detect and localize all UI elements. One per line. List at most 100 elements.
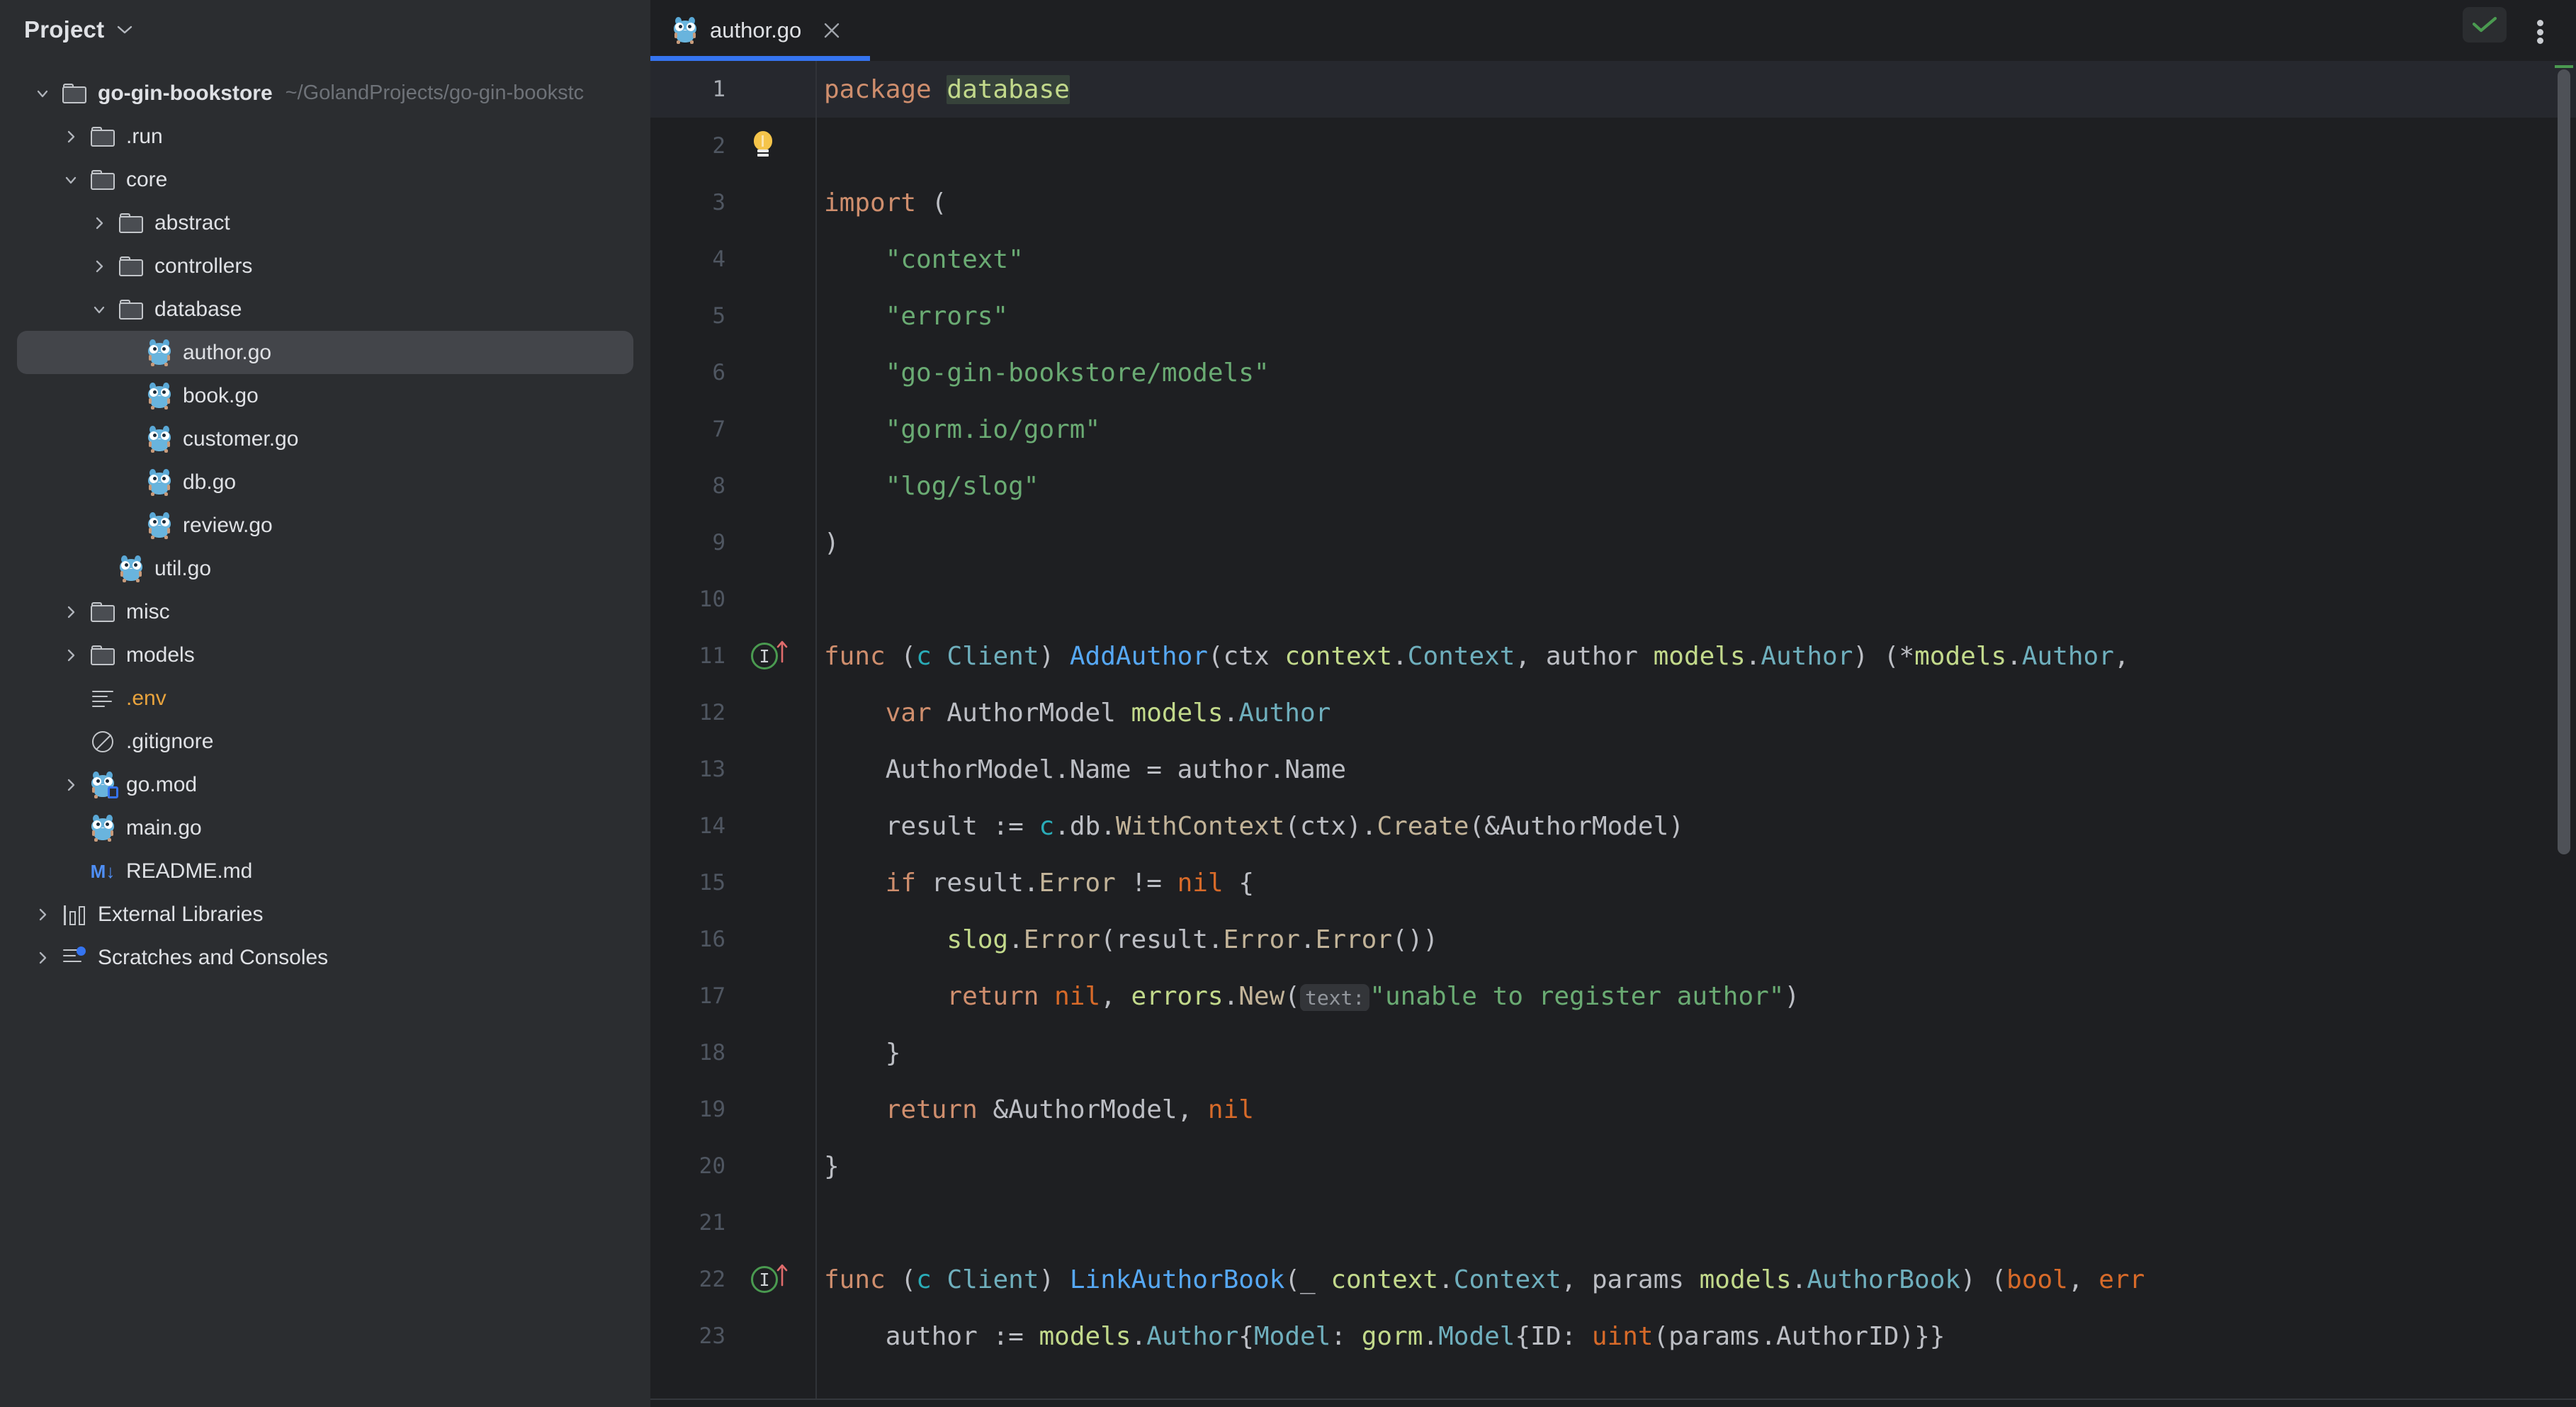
chevron-down-icon[interactable] (117, 25, 132, 35)
code-line[interactable]: 10 (650, 571, 2576, 628)
tree-item-run[interactable]: .run (17, 115, 633, 158)
tree-item-db-go[interactable]: db.go (17, 460, 633, 504)
sidebar-header[interactable]: Project (0, 0, 650, 60)
vertical-scrollbar[interactable] (2555, 69, 2573, 854)
chevron-right-icon[interactable] (55, 604, 86, 621)
go-file-icon (147, 426, 171, 453)
code-line[interactable]: 17 return nil, errors.New(text:"unable t… (650, 968, 2576, 1024)
code-line[interactable]: 8 "log/slog" (650, 458, 2576, 514)
implements-interface-icon[interactable]: I (751, 1263, 793, 1296)
go-file-icon (147, 339, 171, 366)
tree-item-label: Scratches and Consoles (91, 946, 328, 970)
code-text: } (815, 1039, 2576, 1068)
tree-item-review-go[interactable]: review.go (17, 504, 633, 547)
code-text: func (c Client) AddAuthor(ctx context.Co… (815, 642, 2576, 671)
code-line[interactable]: 6 "go-gin-bookstore/models" (650, 344, 2576, 401)
scrollbar-thumb[interactable] (2558, 69, 2570, 854)
code-line[interactable]: 5 "errors" (650, 288, 2576, 344)
code-text: package database (815, 75, 2576, 104)
kebab-menu-icon[interactable] (2529, 20, 2550, 44)
code-line[interactable]: 2 (650, 118, 2576, 174)
code-line[interactable]: 21 (650, 1194, 2576, 1251)
code-line[interactable]: 12 var AuthorModel models.Author (650, 684, 2576, 741)
chevron-right-icon[interactable] (84, 258, 115, 275)
scrollbar-top-marker (2555, 65, 2573, 68)
folder-icon (119, 300, 143, 320)
code-line[interactable]: 11 Ifunc (c Client) AddAuthor(ctx context… (650, 628, 2576, 684)
tree-item-abstract[interactable]: abstract (17, 201, 633, 244)
tree-item-go-mod[interactable]: go.mod (17, 763, 633, 806)
tab-label: author.go (697, 18, 801, 43)
go-file-icon (147, 383, 171, 409)
chevron-right-icon[interactable] (27, 949, 58, 966)
code-line[interactable]: 13 AuthorModel.Name = author.Name (650, 741, 2576, 798)
tree-item-scratches-and-consoles[interactable]: Scratches and Consoles (17, 936, 633, 979)
implements-interface-icon[interactable]: I (751, 640, 793, 672)
node-icon-wrap (58, 904, 91, 925)
line-number: 4 (650, 247, 741, 272)
tree-item-label: controllers (147, 254, 252, 278)
tree-item-book-go[interactable]: book.go (17, 374, 633, 417)
line-number: 1 (650, 77, 741, 102)
line-number: 20 (650, 1153, 741, 1179)
code-line[interactable]: 18 } (650, 1024, 2576, 1081)
code-viewport[interactable]: 1 package database 23import (4 "context"5 … (650, 61, 2576, 1398)
code-line[interactable]: 15 if result.Error != nil { (650, 854, 2576, 911)
chevron-down-icon[interactable] (27, 85, 58, 102)
tree-item-label: main.go (119, 816, 202, 840)
tree-item-util-go[interactable]: util.go (17, 547, 633, 590)
code-line[interactable]: 14 result := c.db.WithContext(ctx).Creat… (650, 798, 2576, 854)
editor-tab-author-go[interactable]: author.go (650, 0, 862, 61)
tree-item-gitignore[interactable]: .gitignore (17, 720, 633, 763)
tree-item-models[interactable]: models (17, 633, 633, 677)
folder-icon (91, 645, 115, 665)
line-number: 23 (650, 1323, 741, 1349)
close-icon[interactable] (823, 21, 841, 40)
tree-item-misc[interactable]: misc (17, 590, 633, 633)
folder-icon (91, 127, 115, 147)
line-number: 6 (650, 360, 741, 385)
code-line[interactable]: 23 author := models.Author{Model: gorm.M… (650, 1308, 2576, 1364)
code-lines: 1 package database 23import (4 "context"5 … (650, 61, 2576, 1364)
code-line[interactable]: 9) (650, 514, 2576, 571)
code-line[interactable]: 19 return &AuthorModel, nil (650, 1081, 2576, 1138)
tree-item-env[interactable]: .env (17, 677, 633, 720)
tree-item-external-libraries[interactable]: External Libraries (17, 893, 633, 936)
line-number: 11 (650, 643, 741, 669)
tree-item-controllers[interactable]: controllers (17, 244, 633, 288)
inlay-parameter-hint: text: (1300, 984, 1369, 1011)
chevron-down-icon[interactable] (84, 301, 115, 318)
tree-item-author-go[interactable]: author.go (17, 331, 633, 374)
chevron-down-icon[interactable] (55, 171, 86, 188)
line-number: 22 (650, 1267, 741, 1292)
tree-item-core[interactable]: core (17, 158, 633, 201)
tree-item-path: ~/GolandProjects/go-gin-bookstc (273, 81, 584, 105)
chevron-right-icon[interactable] (55, 776, 86, 793)
tree-item-label: core (119, 168, 167, 192)
chevron-right-icon[interactable] (55, 128, 86, 145)
go-file-icon (119, 555, 143, 582)
line-number: 12 (650, 700, 741, 725)
code-line[interactable]: 7 "gorm.io/gorm" (650, 401, 2576, 458)
code-line[interactable]: 16 slog.Error(result.Error.Error()) (650, 911, 2576, 968)
chevron-right-icon[interactable] (27, 906, 58, 923)
tree-item-go-gin-bookstore[interactable]: go-gin-bookstore~/GolandProjects/go-gin-… (17, 72, 633, 115)
chevron-right-icon[interactable] (55, 647, 86, 664)
tree-item-main-go[interactable]: main.go (17, 806, 633, 849)
code-line[interactable]: 3import ( (650, 174, 2576, 231)
checkmark-icon[interactable] (2463, 7, 2507, 43)
line-number: 13 (650, 757, 741, 782)
chevron-right-icon[interactable] (84, 215, 115, 232)
tree-item-customer-go[interactable]: customer.go (17, 417, 633, 460)
lightbulb-icon[interactable] (751, 131, 775, 161)
tree-item-readme-md[interactable]: M↓README.md (17, 849, 633, 893)
code-line[interactable]: 4 "context" (650, 231, 2576, 288)
code-line[interactable]: 1 package database (650, 61, 2576, 118)
code-line[interactable]: 22Ifunc (c Client) LinkAuthorBook(_ cont… (650, 1251, 2576, 1308)
gitignore-icon (92, 731, 113, 752)
editor-bottom-divider (650, 1398, 2576, 1400)
tree-item-database[interactable]: database (17, 288, 633, 331)
tree-item-label: database (147, 298, 242, 322)
code-line[interactable]: 20} (650, 1138, 2576, 1194)
folder-icon (119, 256, 143, 276)
